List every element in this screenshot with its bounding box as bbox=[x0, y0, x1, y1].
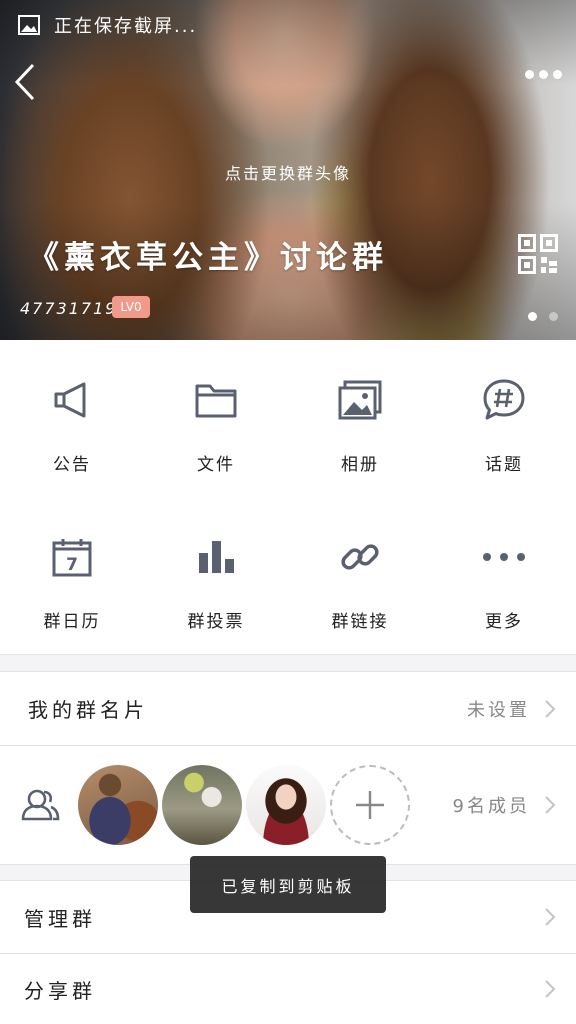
vote-icon bbox=[199, 541, 234, 573]
my-group-card-value: 未设置 bbox=[467, 699, 530, 721]
feature-label: 相册 bbox=[341, 455, 379, 475]
link-icon bbox=[341, 544, 379, 570]
feature-calendar[interactable]: 7 群日历 bbox=[0, 497, 144, 654]
more-dots-icon bbox=[483, 553, 525, 561]
chevron-right-icon bbox=[545, 796, 556, 814]
level-badge: LV0 bbox=[112, 296, 150, 318]
qr-code-icon[interactable] bbox=[518, 234, 558, 274]
feature-topic[interactable]: 话题 bbox=[432, 340, 576, 497]
feature-more[interactable]: 更多 bbox=[432, 497, 576, 654]
calendar-day: 7 bbox=[66, 555, 78, 575]
group-cover[interactable]: 正在保存截屏... 点击更换群头像 《薰衣草公主》讨论群 477317191 L… bbox=[0, 0, 576, 340]
change-avatar-hint[interactable]: 点击更换群头像 bbox=[0, 160, 576, 184]
member-avatar[interactable] bbox=[78, 765, 158, 845]
copied-toast: 已复制到剪贴板 bbox=[190, 856, 386, 913]
folder-icon bbox=[195, 384, 237, 418]
back-button[interactable] bbox=[10, 60, 40, 104]
feature-announcement[interactable]: 公告 bbox=[0, 340, 144, 497]
members-icon bbox=[21, 789, 60, 821]
feature-label: 群链接 bbox=[331, 612, 389, 632]
manage-group-label: 管理群 bbox=[24, 906, 96, 931]
chevron-right-icon bbox=[545, 908, 556, 926]
feature-label: 群投票 bbox=[187, 612, 245, 632]
feature-label: 更多 bbox=[485, 612, 523, 632]
page-dot bbox=[549, 312, 558, 321]
more-dot-icon bbox=[539, 70, 548, 79]
feature-grid: 公告 文件 相册 话题 7 群日历 群投票 群链接 更多 bbox=[0, 340, 576, 654]
my-group-card-row[interactable]: 我的群名片 未设置 bbox=[0, 672, 576, 745]
album-icon bbox=[338, 380, 382, 420]
page-dot-active bbox=[528, 312, 537, 321]
chevron-right-icon bbox=[545, 980, 556, 998]
page-indicator bbox=[528, 312, 558, 321]
member-avatar[interactable] bbox=[162, 765, 242, 845]
calendar-icon: 7 bbox=[52, 539, 92, 577]
share-group-row[interactable]: 分享群 bbox=[0, 954, 576, 1024]
share-group-label: 分享群 bbox=[24, 978, 96, 1003]
feature-album[interactable]: 相册 bbox=[288, 340, 432, 497]
feature-label: 话题 bbox=[485, 455, 523, 475]
plus-icon bbox=[356, 791, 384, 819]
add-member-button[interactable] bbox=[330, 765, 410, 845]
status-text: 正在保存截屏... bbox=[54, 16, 198, 37]
group-name: 《薰衣草公主》讨论群 bbox=[28, 240, 388, 276]
feature-files[interactable]: 文件 bbox=[144, 340, 288, 497]
feature-link[interactable]: 群链接 bbox=[288, 497, 432, 654]
megaphone-icon bbox=[54, 382, 86, 418]
divider bbox=[0, 654, 576, 655]
feature-label: 群日历 bbox=[43, 612, 101, 632]
member-avatar[interactable] bbox=[246, 765, 326, 845]
chevron-right-icon bbox=[545, 699, 556, 718]
more-menu-button[interactable] bbox=[525, 70, 562, 79]
topic-icon bbox=[483, 379, 525, 420]
my-group-card-label: 我的群名片 bbox=[28, 698, 148, 722]
feature-label: 文件 bbox=[197, 455, 235, 475]
feature-label: 公告 bbox=[53, 455, 91, 475]
member-avatar-list bbox=[78, 765, 410, 845]
more-dot-icon bbox=[525, 70, 534, 79]
image-icon bbox=[18, 15, 40, 35]
members-row[interactable]: 9名成员 bbox=[0, 746, 576, 864]
status-bar: 正在保存截屏... bbox=[18, 12, 197, 38]
feature-vote[interactable]: 群投票 bbox=[144, 497, 288, 654]
member-count: 9名成员 bbox=[452, 796, 530, 817]
more-dot-icon bbox=[553, 70, 562, 79]
back-arrow-icon bbox=[14, 63, 35, 101]
